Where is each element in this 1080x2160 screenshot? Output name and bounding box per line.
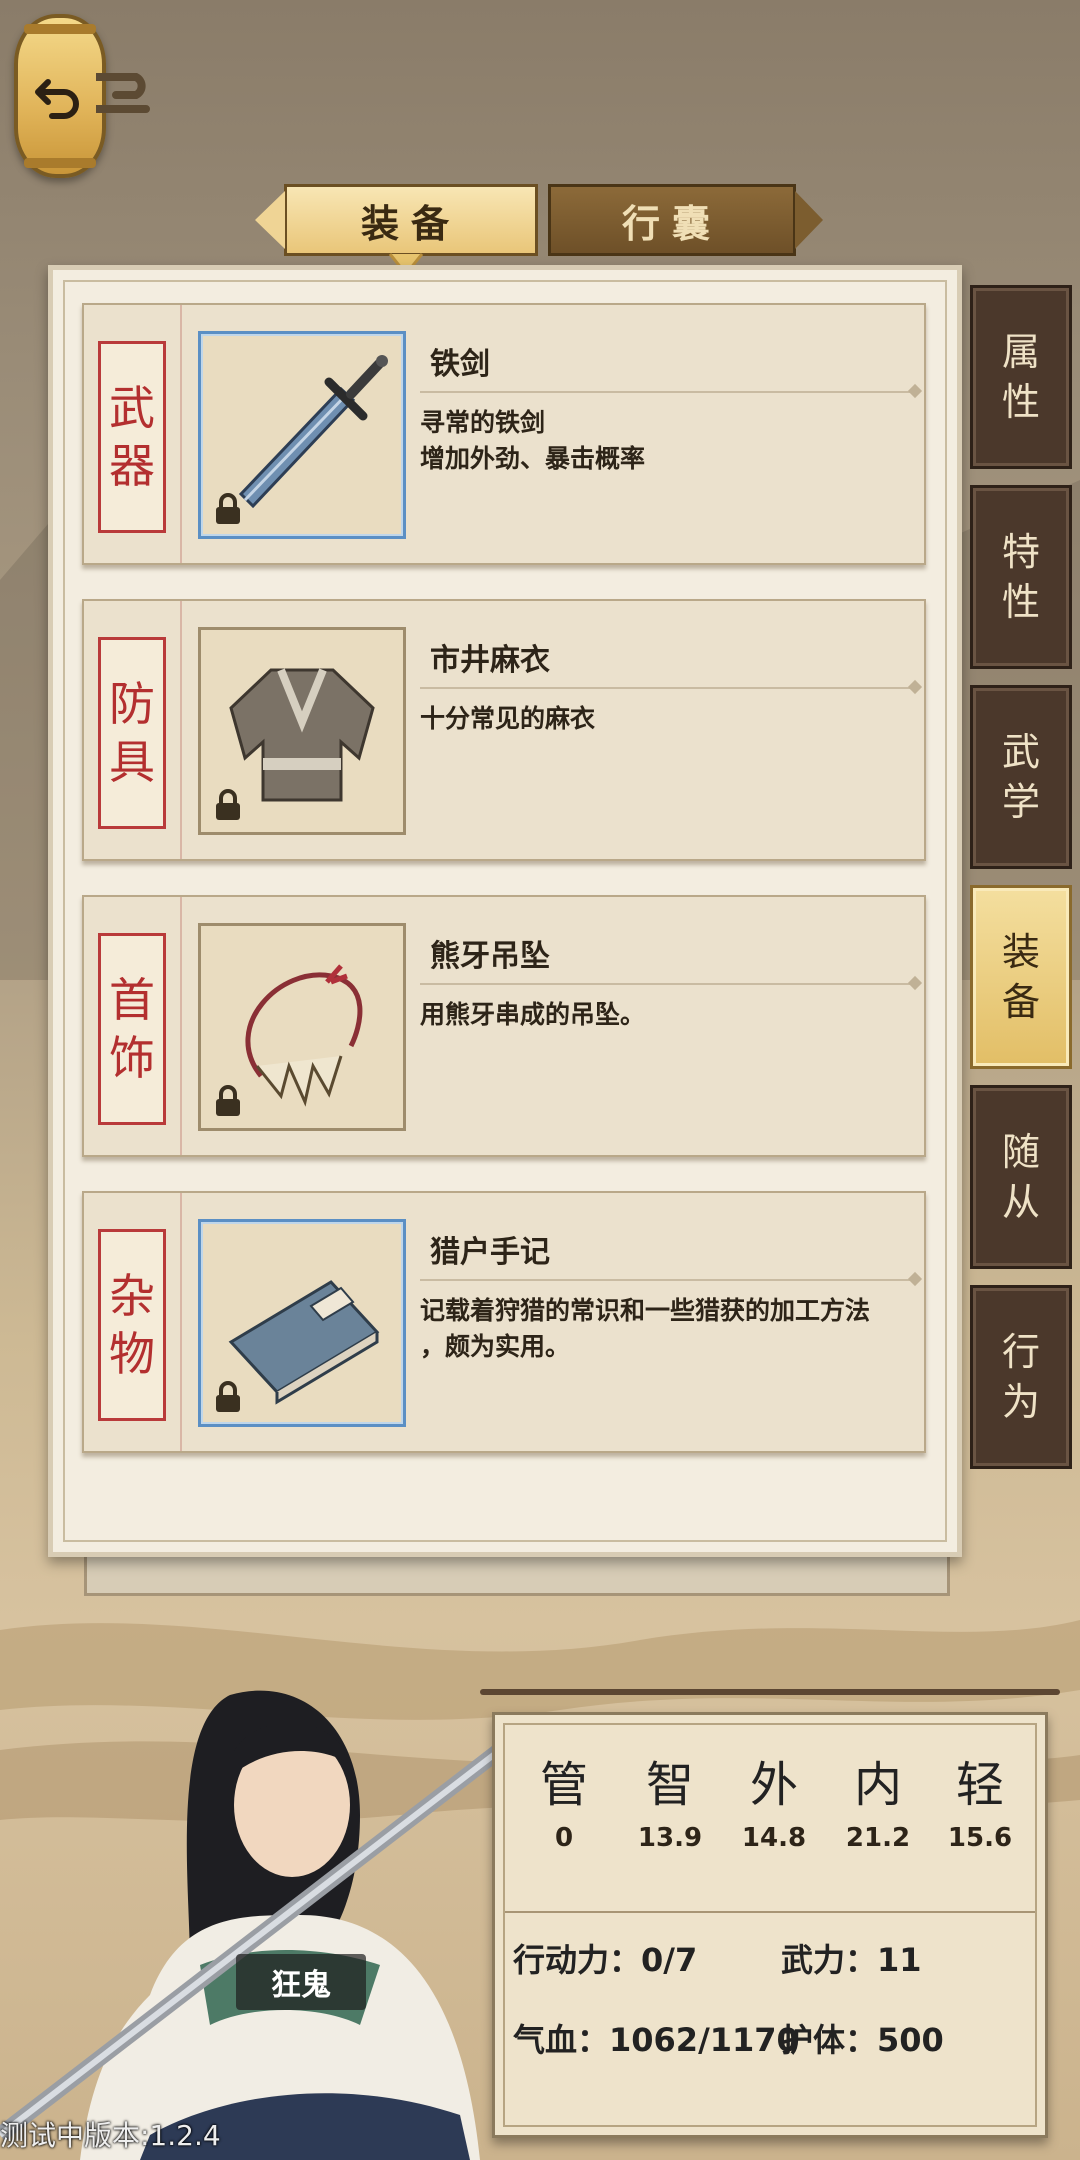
stats-panel: 管 0 智 13.9 外 14.8 内 21.2 轻 15.6 行动力：0/7 … — [492, 1712, 1048, 2138]
decoration-cloud — [96, 73, 150, 113]
back-arrow-icon — [35, 79, 79, 119]
side-tab-martial-arts[interactable]: 武学 — [970, 685, 1072, 869]
character-name: 狂鬼 — [236, 1954, 366, 2010]
slot-accessory[interactable]: 首饰 熊牙吊坠 用熊牙串成的吊坠。 — [82, 895, 926, 1157]
lock-icon — [216, 1085, 240, 1116]
item-iron-sword[interactable] — [198, 331, 406, 539]
action-points: 行动力：0/7 — [513, 1941, 698, 1979]
version-label: 测试中版本:1.2.4 — [0, 2119, 221, 2152]
character-portrait — [0, 1690, 505, 2160]
side-tab-attributes[interactable]: 属性 — [970, 285, 1072, 469]
side-tab-actions[interactable]: 行为 — [970, 1285, 1072, 1469]
tab-equipment-label: 装备 — [360, 201, 461, 246]
slot-category-misc: 杂物 — [98, 1229, 166, 1421]
slot-category-armor: 防具 — [98, 637, 166, 829]
item-description: 十分常见的麻衣 — [420, 704, 596, 733]
armor: 护体：500 — [781, 2021, 944, 2059]
stat-internal: 内 21.2 — [845, 1757, 911, 1853]
item-bear-tooth-pendant[interactable] — [198, 923, 406, 1131]
slot-armor[interactable]: 防具 市井麻衣 十分常见的麻衣 — [82, 599, 926, 861]
stat-external: 外 14.8 — [741, 1757, 807, 1853]
item-linen-robe[interactable] — [198, 627, 406, 835]
slot-misc[interactable]: 杂物 猎户手记 记载着狩猎的常识和一些猎获的加工方法 ，颇为实用。 — [82, 1191, 926, 1453]
item-name: 熊牙吊坠 — [430, 939, 550, 974]
item-hunter-notes[interactable] — [198, 1219, 406, 1427]
health: 气血：1062/1170 — [513, 2021, 799, 2059]
slot-category-accessory: 首饰 — [98, 933, 166, 1125]
side-tab-traits[interactable]: 特性 — [970, 485, 1072, 669]
item-name: 铁剑 — [430, 347, 490, 382]
combat-power: 武力：11 — [781, 1941, 922, 1979]
tab-bag-label: 行囊 — [621, 201, 722, 246]
scroll-rod — [480, 1689, 1060, 1695]
tab-bag[interactable]: 行囊 — [548, 184, 823, 256]
stat-management: 管 0 — [539, 1757, 588, 1853]
side-tab-equipment[interactable]: 装备 — [970, 885, 1072, 1069]
item-description: 记载着狩猎的常识和一些猎获的加工方法 ，颇为实用。 — [420, 1296, 871, 1361]
item-description: 寻常的铁剑 增加外劲、暴击概率 — [420, 408, 646, 473]
lock-icon — [216, 493, 240, 524]
item-description: 用熊牙串成的吊坠。 — [420, 1000, 646, 1029]
stat-agility: 轻 15.6 — [947, 1757, 1013, 1853]
item-name: 猎户手记 — [430, 1235, 550, 1270]
lock-icon — [216, 1381, 240, 1412]
item-name: 市井麻衣 — [430, 643, 550, 678]
lock-icon — [216, 789, 240, 820]
slot-category-weapon: 武器 — [98, 341, 166, 533]
side-tab-followers[interactable]: 随从 — [970, 1085, 1072, 1269]
stat-intelligence: 智 13.9 — [637, 1757, 703, 1853]
back-button[interactable] — [14, 14, 106, 178]
tab-equipment[interactable]: 装备 — [255, 184, 538, 256]
slot-weapon[interactable]: 武器 铁剑 寻常的铁剑 增加外劲、暴击概率 — [82, 303, 926, 565]
